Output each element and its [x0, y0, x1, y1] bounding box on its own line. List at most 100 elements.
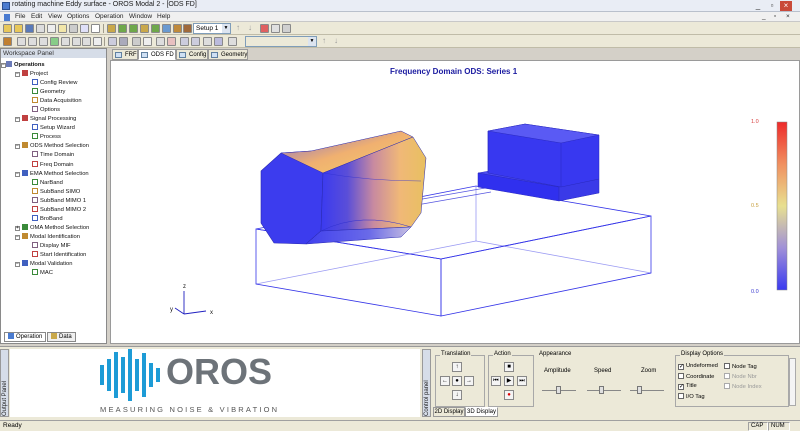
menu-operation[interactable]: Operation	[95, 13, 124, 20]
zoom-slider[interactable]	[630, 390, 664, 391]
geometry-combo[interactable]: ▼	[245, 36, 317, 47]
delete-icon[interactable]	[260, 24, 269, 33]
save-icon[interactable]	[25, 24, 34, 33]
move-icon[interactable]	[82, 37, 91, 46]
close-button[interactable]: ×	[780, 1, 792, 11]
report-icon[interactable]	[183, 24, 192, 33]
table-view-icon[interactable]	[129, 24, 138, 33]
record-button[interactable]: ●	[504, 390, 514, 400]
tree-item-modal-identification[interactable]: − Modal Identification	[15, 232, 80, 241]
tab-config[interactable]: Config	[176, 49, 208, 60]
node-nbr-checkbox[interactable]: Node Nbr	[724, 373, 757, 381]
tree-item-process[interactable]: Process	[32, 133, 61, 141]
tree-item-display-mif[interactable]: Display MIF	[32, 241, 71, 250]
tree-item-options[interactable]: Options	[32, 106, 60, 114]
dropdown-icon[interactable]	[132, 37, 141, 46]
mdi-restore-button[interactable]: ▫	[774, 13, 776, 20]
menu-window[interactable]: Window	[129, 13, 152, 20]
window-view-icon[interactable]	[162, 24, 171, 33]
check-icon[interactable]	[50, 37, 59, 46]
io-tag-checkbox[interactable]: I/O Tag	[678, 393, 705, 401]
move-down-icon[interactable]: ↓	[248, 23, 252, 32]
tree-item-project[interactable]: − Project	[15, 70, 48, 78]
setup-tool-icon[interactable]	[282, 24, 291, 33]
tree-item-subband-mimo-1[interactable]: SubBand MIMO 1	[32, 196, 86, 205]
node-tag-checkbox[interactable]: Node Tag	[724, 363, 757, 371]
color-icon[interactable]	[167, 37, 176, 46]
line-tool-icon[interactable]	[143, 37, 152, 46]
tree-item-subband-mimo-2[interactable]: SubBand MIMO 2	[32, 205, 86, 214]
tree-item-config-review[interactable]: Config Review	[32, 79, 77, 87]
move-down-icon[interactable]: ↓	[334, 36, 338, 45]
expand-toggle-icon[interactable]: −	[15, 171, 20, 177]
document-icon[interactable]	[4, 14, 10, 21]
expand-toggle-icon[interactable]: +	[15, 225, 20, 231]
pen-icon[interactable]	[156, 37, 165, 46]
translate-left-button[interactable]: ←	[440, 376, 450, 386]
tab-3d-display[interactable]: 3D Display	[465, 407, 498, 417]
help-icon[interactable]	[91, 24, 100, 33]
menu-options[interactable]: Options	[67, 13, 89, 20]
tab-2d-display[interactable]: 2D Display	[433, 407, 465, 417]
ods-3d-viewport[interactable]: z y x 1.0 0.5 0.0	[110, 60, 800, 344]
translate-center-button[interactable]: ●	[452, 376, 462, 386]
grid-view-icon[interactable]	[118, 24, 127, 33]
select-icon[interactable]	[214, 37, 223, 46]
menu-file[interactable]: File	[15, 13, 25, 20]
tree-root[interactable]: − Operations	[1, 61, 45, 69]
tree-item-narband[interactable]: NarBand	[32, 178, 63, 187]
minimize-button[interactable]: _	[752, 1, 764, 11]
remove-icon[interactable]	[39, 37, 48, 46]
control-scrollbar[interactable]	[789, 358, 796, 406]
expand-toggle-icon[interactable]: −	[15, 117, 20, 123]
tree-item-freq-domain[interactable]: Freq Domain	[32, 160, 74, 169]
preview-icon[interactable]	[80, 24, 89, 33]
tree-item-oma-method-selection[interactable]: + OMA Method Selection	[15, 223, 89, 232]
move-up-icon[interactable]: ↑	[322, 36, 326, 45]
menu-help[interactable]: Help	[157, 13, 170, 20]
tree-item-ema-method-selection[interactable]: − EMA Method Selection	[15, 169, 89, 178]
axis-icon[interactable]	[180, 37, 189, 46]
tree-item-ods-method-selection[interactable]: − ODS Method Selection	[15, 142, 89, 150]
mesh-icon[interactable]	[119, 37, 128, 46]
open-folder-icon[interactable]	[14, 24, 23, 33]
open-icon[interactable]	[3, 24, 12, 33]
tree-item-start-identification[interactable]: Start Identification	[32, 251, 86, 259]
export-icon[interactable]	[173, 24, 182, 33]
mdi-close-button[interactable]: ×	[786, 13, 790, 20]
title-checkbox[interactable]: ✓ Title	[678, 383, 697, 390]
tree-item-broband[interactable]: BroBand	[32, 214, 63, 223]
add-line-icon[interactable]	[28, 37, 37, 46]
play-button[interactable]: ▶	[504, 376, 514, 386]
workspace-icon[interactable]	[3, 37, 12, 46]
filter-icon[interactable]	[228, 37, 237, 46]
copy-icon[interactable]	[47, 24, 56, 33]
tab-frf[interactable]: FRF	[112, 49, 138, 60]
tab-ods-fd[interactable]: ODS FD	[138, 49, 176, 60]
rotate-icon[interactable]	[72, 37, 81, 46]
setup-combo[interactable]: Setup 1 ▼	[193, 23, 231, 34]
translate-down-button[interactable]: ↓	[452, 390, 462, 400]
collapse-toggle-icon[interactable]: −	[1, 63, 6, 68]
amplitude-slider-thumb[interactable]	[556, 386, 561, 394]
tree-item-time-domain[interactable]: Time Domain	[32, 151, 74, 159]
eye-icon[interactable]	[108, 37, 117, 46]
tab-operation[interactable]: Operation	[4, 332, 47, 342]
tab-data[interactable]: Data	[47, 332, 76, 342]
tree-item-signal-processing[interactable]: − Signal Processing	[15, 115, 76, 123]
tab-geometry[interactable]: Geometry	[208, 49, 248, 60]
copy-setup-icon[interactable]	[271, 24, 280, 33]
undeformed-checkbox[interactable]: ✓ Undeformed	[678, 363, 718, 370]
refresh-icon[interactable]	[93, 37, 102, 46]
speed-slider-thumb[interactable]	[599, 386, 604, 394]
menu-view[interactable]: View	[48, 13, 62, 20]
expand-toggle-icon[interactable]: −	[15, 234, 20, 240]
first-frame-button[interactable]: ⏮	[491, 376, 501, 386]
stop-button[interactable]: ■	[504, 362, 514, 372]
control-panel-tab[interactable]: Control panel	[422, 349, 431, 417]
last-frame-button[interactable]: ⏭	[517, 376, 527, 386]
view-icon[interactable]	[191, 37, 200, 46]
expand-toggle-icon[interactable]: −	[15, 144, 20, 150]
tree-item-mac[interactable]: MAC	[32, 269, 53, 277]
print-icon[interactable]	[69, 24, 78, 33]
